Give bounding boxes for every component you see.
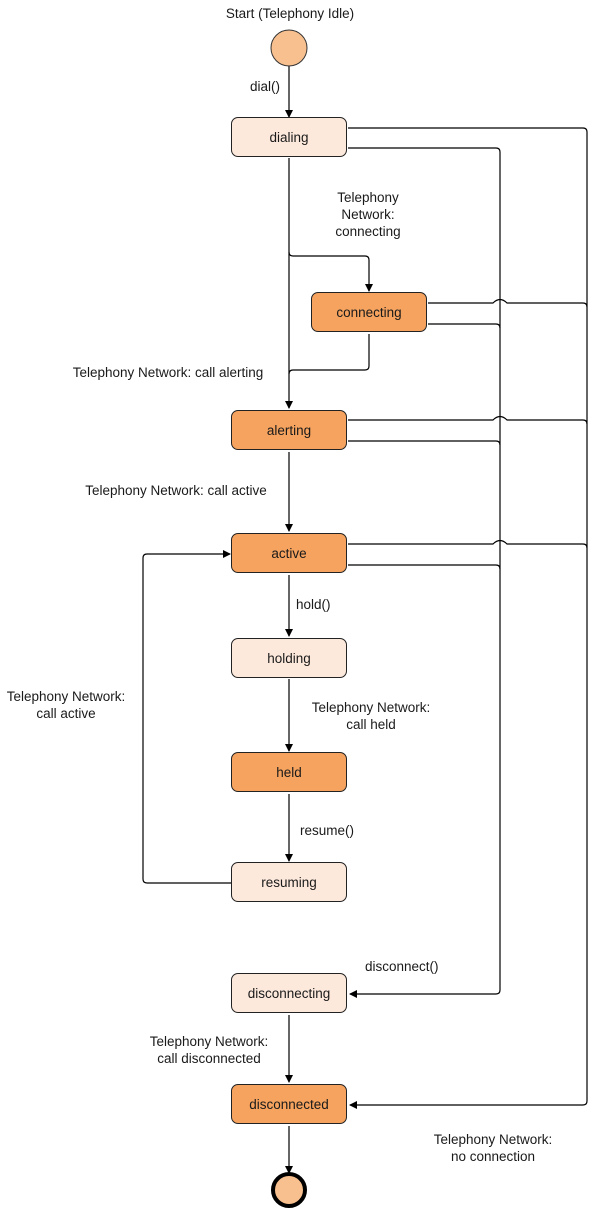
start-node (270, 29, 308, 67)
label-network-connecting: Telephony Network: connecting (335, 190, 401, 239)
state-disconnecting: disconnecting (231, 973, 347, 1013)
transition-network-connecting (288, 251, 373, 292)
label-network-call-held: Telephony Network: call held (311, 700, 431, 732)
alerting-to-no-connection-bus (348, 415, 588, 425)
state-resuming: resuming (231, 862, 347, 902)
active-to-disconnect-bus (348, 564, 501, 570)
transition-connecting-alerting (288, 334, 370, 375)
state-dialing: dialing (231, 117, 347, 157)
state-diagram-connectors (142, 29, 588, 1208)
state-connecting: connecting (311, 292, 427, 332)
connecting-to-disconnect-bus (428, 323, 501, 329)
state-disconnected: disconnected (231, 1084, 347, 1124)
transition-resuming-active-loop (142, 550, 231, 884)
transition-disconnect-bus (348, 147, 501, 998)
state-alerting: alerting (231, 410, 347, 450)
state-holding: holding (231, 638, 347, 678)
active-to-no-connection-bus (348, 539, 588, 549)
label-network-call-disconnected: Telephony Network: call disconnected (149, 1034, 269, 1066)
label-network-call-active-resume: Telephony Network: call active (6, 689, 126, 721)
label-resume: resume() (300, 823, 355, 838)
label-dial: dial() (249, 79, 280, 94)
connecting-to-no-connection-bus (428, 298, 588, 308)
label-network-no-connection: Telephony Network: no connection (433, 1132, 553, 1164)
state-held: held (231, 752, 347, 792)
start-label: Start (Telephony Idle) (225, 6, 355, 21)
label-disconnect: disconnect() (365, 959, 439, 974)
label-network-call-alerting: Telephony Network: call alerting (72, 365, 264, 380)
end-node (271, 1172, 307, 1208)
alerting-to-disconnect-bus (348, 440, 501, 446)
label-network-call-active: Telephony Network: call active (85, 483, 267, 498)
label-hold: hold() (296, 597, 331, 612)
state-active: active (231, 533, 347, 573)
